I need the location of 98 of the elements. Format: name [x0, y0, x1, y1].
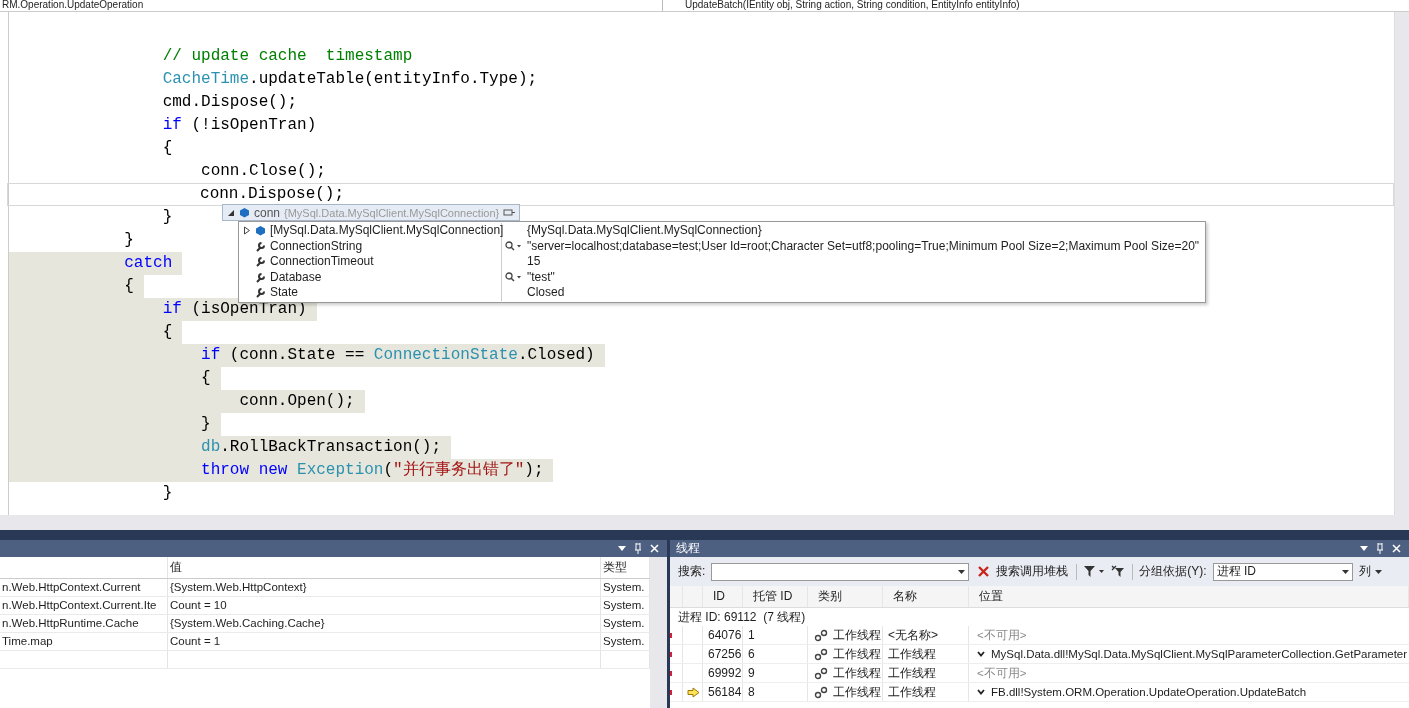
member-name: Database	[270, 269, 322, 285]
member-name: State	[270, 285, 299, 301]
dropdown-icon[interactable]	[1360, 546, 1368, 551]
thread-id: 56184	[703, 683, 743, 701]
caret-icon	[958, 569, 966, 574]
expression-name: conn	[254, 205, 281, 220]
caret-icon	[1341, 569, 1349, 574]
member-value: "server=localhost;database=test;User Id=root;Character Set=utf8;pooling=True;Minimum Pool Size=2;Maximum Pool Size=20"	[527, 238, 1200, 254]
column-header[interactable]: 值	[168, 557, 601, 578]
wrench-icon	[255, 240, 266, 252]
thread-category: 工作线程	[833, 646, 881, 663]
member-value: "test"	[527, 269, 555, 285]
columns-button[interactable]: 列	[1358, 563, 1382, 580]
watch-name: n.Web.HttpRuntime.Cache	[0, 615, 168, 632]
group-by-dropdown[interactable]: 进程 ID	[1212, 562, 1353, 581]
collapse-icon[interactable]	[227, 208, 235, 217]
caret-icon	[1374, 569, 1382, 574]
pin-icon[interactable]	[634, 543, 642, 554]
object-icon	[255, 225, 266, 237]
watch-name: n.Web.HttpContext.Current.Ite	[0, 597, 168, 614]
managed-id: 9	[743, 664, 808, 682]
watch-value: Count = 1	[168, 633, 601, 650]
thread-category: 工作线程	[833, 627, 881, 644]
watch-value: {System.Web.HttpContext}	[168, 579, 601, 596]
chevron-icon[interactable]	[977, 689, 985, 695]
managed-id: 8	[743, 683, 808, 701]
member-name: ConnectionString	[270, 238, 363, 254]
member-value: 15	[527, 254, 541, 270]
wrench-icon	[255, 271, 266, 283]
managed-id: 6	[743, 645, 808, 663]
code-line: conn.Close();	[200, 161, 327, 182]
wrench-icon	[255, 287, 266, 299]
thread-location: <不可用>	[977, 628, 1027, 643]
thread-location: <不可用>	[977, 666, 1027, 681]
column-header[interactable]: 名称	[883, 586, 969, 607]
group-by-label: 分组依据(Y):	[1139, 563, 1207, 580]
pin-icon[interactable]	[1376, 543, 1384, 554]
vertical-scrollbar[interactable]	[650, 557, 667, 708]
thread-name: 工作线程	[883, 683, 969, 701]
panel-title: 线程	[676, 540, 700, 557]
thread-location: FB.dll!System.ORM.Operation.UpdateOperation.UpdateBatch	[991, 685, 1307, 700]
vertical-scrollbar[interactable]	[1394, 12, 1409, 515]
thread-location: MySql.Data.dll!MySql.Data.MySqlClient.MySqlParameterCollection.GetParameter	[991, 647, 1408, 662]
managed-id: 1	[743, 626, 808, 644]
gears-icon	[814, 628, 828, 642]
code-line: {	[161, 138, 174, 159]
thread-category: 工作线程	[833, 665, 881, 682]
thread-id: 64076	[703, 626, 743, 644]
thread-id: 67256	[703, 645, 743, 663]
expression-type: {MySql.Data.MySqlClient.MySqlConnection}	[284, 206, 500, 219]
expand-icon[interactable]	[243, 226, 251, 236]
thread-name: 工作线程	[883, 645, 969, 663]
process-group-header[interactable]: 进程 ID: 69112 (7 线程)	[670, 608, 1409, 626]
member-name: ConnectionTimeout	[270, 254, 374, 270]
x-icon	[977, 565, 991, 578]
code-line: }	[123, 230, 135, 251]
object-icon	[239, 207, 250, 218]
gears-icon	[814, 666, 828, 680]
member-value: Closed	[527, 285, 565, 301]
dropdown-icon[interactable]	[618, 546, 626, 551]
search-icon[interactable]	[505, 241, 523, 252]
column-header[interactable]: ID	[703, 586, 743, 607]
thread-name: 工作线程	[883, 664, 969, 682]
code-line: }	[161, 483, 174, 504]
thread-category: 工作线程	[833, 684, 881, 701]
clear-filter-icon[interactable]	[1111, 565, 1127, 578]
gears-icon	[814, 685, 828, 699]
code-line: }	[161, 207, 174, 228]
code-line: conn.Dispose();	[199, 184, 346, 205]
code-line: if (!isOpenTran)	[161, 115, 318, 136]
search-label: 搜索:	[678, 563, 706, 580]
member-dropdown[interactable]: UpdateBatch(IEntity obj, String action, String condition, EntityInfo entityInfo)	[663, 0, 1020, 11]
wrench-icon	[255, 256, 266, 268]
watch-value: {System.Web.Caching.Cache}	[168, 615, 601, 632]
column-header[interactable]: 类别	[808, 586, 883, 607]
column-header[interactable]: 托管 ID	[743, 586, 808, 607]
gears-icon	[814, 647, 828, 661]
search-icon[interactable]	[505, 272, 523, 283]
watch-name: n.Web.HttpContext.Current	[0, 579, 168, 596]
member-value: {MySql.Data.MySqlClient.MySqlConnection}	[527, 223, 762, 239]
code-line: cmd.Dispose();	[161, 92, 299, 113]
search-call-stack-button[interactable]: 搜索调用堆栈	[975, 563, 1071, 580]
close-icon[interactable]	[650, 544, 659, 553]
code-line: // update cache timestamp	[161, 46, 414, 67]
watch-name: Time.map	[0, 633, 168, 650]
column-header[interactable]: 位置	[969, 586, 1409, 607]
close-icon[interactable]	[1392, 544, 1401, 553]
horizontal-scrollbar[interactable]	[0, 515, 1409, 530]
thread-id: 69992	[703, 664, 743, 682]
member-name: [MySql.Data.MySqlClient.MySqlConnection]	[270, 223, 504, 239]
pin-icon[interactable]	[503, 208, 516, 217]
chevron-icon[interactable]	[977, 651, 985, 657]
thread-name: <无名称>	[883, 626, 969, 644]
search-field[interactable]	[711, 562, 970, 581]
filter-icon[interactable]	[1083, 565, 1106, 578]
watch-value: Count = 10	[168, 597, 601, 614]
code-line: CacheTime.updateTable(entityInfo.Type);	[161, 69, 539, 90]
type-dropdown[interactable]: RM.Operation.UpdateOperation	[0, 0, 663, 11]
